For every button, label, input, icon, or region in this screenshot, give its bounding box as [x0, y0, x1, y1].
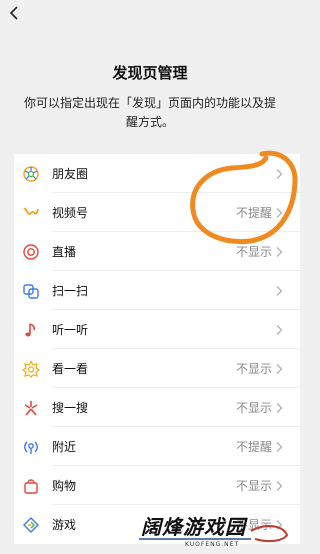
chevron-right-icon — [276, 208, 283, 218]
list-item-label: 搜一搜 — [52, 401, 89, 415]
list-item-label: 视频号 — [52, 206, 89, 220]
list-item-status: 不显示 — [235, 479, 272, 493]
scan-icon — [22, 282, 40, 300]
chevron-right-icon — [276, 169, 283, 179]
list-item-status: 不提醒 — [235, 440, 272, 454]
list-item-label: 看一看 — [52, 362, 89, 376]
back-button[interactable] — [4, 2, 26, 24]
chevron-right-icon — [276, 286, 283, 296]
games-icon — [22, 516, 40, 534]
list-item-label: 扫一扫 — [52, 284, 89, 298]
list-item-status: 不提醒 — [235, 206, 272, 220]
chevron-right-icon — [276, 325, 283, 335]
list-item-top-stories[interactable]: 看一看 不显示 — [14, 349, 300, 388]
list-item-label: 附近 — [52, 440, 77, 454]
list-item-moments[interactable]: 朋友圈 — [14, 154, 300, 193]
discover-items-list: 朋友圈 视频号 不提醒 直播 不显示 扫一扫 听一听 看一看 不显示 搜一搜 不… — [14, 154, 300, 544]
list-item-label: 游戏 — [52, 518, 77, 532]
chevron-right-icon — [276, 403, 283, 413]
moments-icon — [22, 165, 40, 183]
list-item-label: 听一听 — [52, 323, 89, 337]
list-item-status: 不显示 — [235, 401, 272, 415]
chevron-right-icon — [276, 364, 283, 374]
list-item-listen[interactable]: 听一听 — [14, 310, 300, 349]
list-item-channels[interactable]: 视频号 不提醒 — [14, 193, 300, 232]
list-item-shopping[interactable]: 购物 不显示 — [14, 466, 300, 505]
search-icon — [22, 399, 40, 417]
chevron-right-icon — [276, 247, 283, 257]
watermark-text: 阔烽游戏园 — [141, 515, 246, 539]
list-item-label: 朋友圈 — [52, 167, 89, 181]
listen-icon — [22, 321, 40, 339]
page-description: 你可以指定出现在「发现」页面内的功能以及提醒方式。 — [23, 96, 276, 129]
list-item-nearby[interactable]: 附近 不提醒 — [14, 427, 300, 466]
watermark-subtext: KUOFENG.NET — [185, 541, 240, 548]
page-title: 发现页管理 — [112, 64, 188, 82]
watermark: 阔烽游戏园 KUOFENG.NET — [133, 509, 293, 551]
top-stories-icon — [22, 360, 40, 378]
list-item-search[interactable]: 搜一搜 不显示 — [14, 388, 300, 427]
list-item-status: 不显示 — [235, 362, 272, 376]
chevron-left-icon — [9, 6, 18, 20]
chevron-right-icon — [276, 442, 283, 452]
list-item-scan[interactable]: 扫一扫 — [14, 271, 300, 310]
live-icon — [22, 243, 40, 261]
list-item-label: 购物 — [52, 479, 77, 493]
list-item-live[interactable]: 直播 不显示 — [14, 232, 300, 271]
channels-icon — [22, 204, 40, 222]
list-item-status: 不显示 — [235, 245, 272, 259]
list-item-label: 直播 — [52, 245, 77, 259]
shopping-icon — [22, 477, 40, 495]
chevron-right-icon — [276, 481, 283, 491]
nearby-icon — [22, 438, 40, 456]
